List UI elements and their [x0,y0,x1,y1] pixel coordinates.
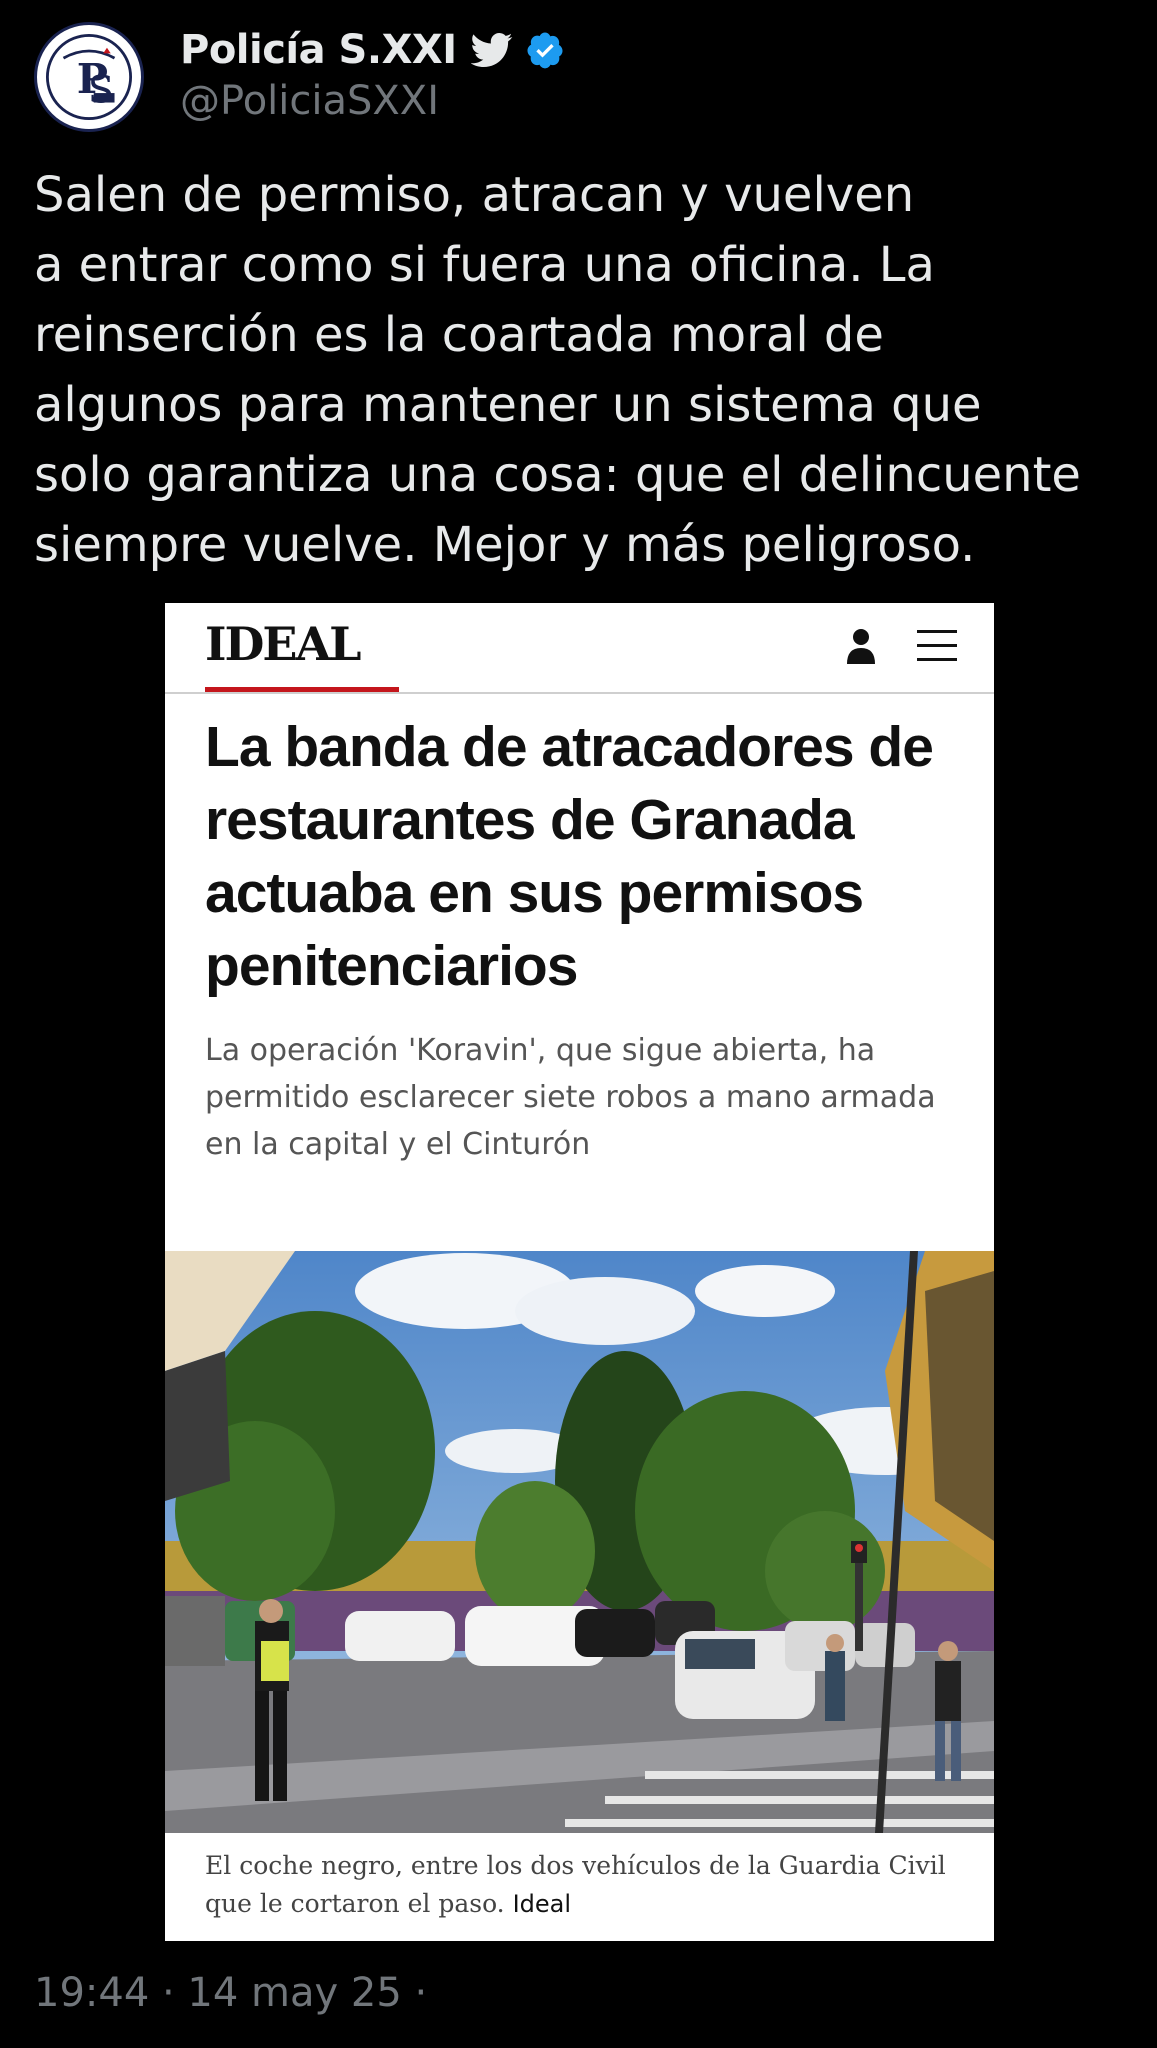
article-headline: La banda de atracadores de restaurantes … [205,715,934,998]
logo-underline [205,687,399,692]
article-image[interactable]: IDEAL La banda de atracadores de restaur… [165,603,994,1941]
ideal-logo: IDEAL [205,617,362,671]
avatar[interactable]: P S [34,22,144,132]
photo-caption: El coche negro, entre los dos vehículos … [205,1847,965,1923]
svg-text:S: S [88,68,114,112]
handle[interactable]: @PoliciaSXXI [180,78,439,124]
tweet-text: Salen de permiso, atracan y vuelven a en… [34,167,1081,573]
user-icon [847,629,875,664]
menu-icon [917,630,957,661]
article-lede: La operación 'Koravin', que sigue abiert… [205,1033,936,1162]
tweet-timestamp[interactable]: 19:44 · 14 may 25 · [34,1970,427,2016]
name-row: Policía S.XXI [180,22,565,78]
article-top-bar: IDEAL [165,603,994,694]
tweet-header: P S Policía S.XXI @PoliciaSXXI [34,22,1134,132]
twitter-bird-icon [470,33,512,67]
display-name[interactable]: Policía S.XXI [180,27,457,73]
article-photo [165,1251,994,1833]
verified-badge-icon [527,32,563,69]
caption-text: El coche negro, entre los dos vehículos … [205,1851,946,1918]
police-badge-logo: P S [39,27,139,127]
street-scene-photo [165,1251,994,1833]
caption-credit: Ideal [512,1890,572,1918]
